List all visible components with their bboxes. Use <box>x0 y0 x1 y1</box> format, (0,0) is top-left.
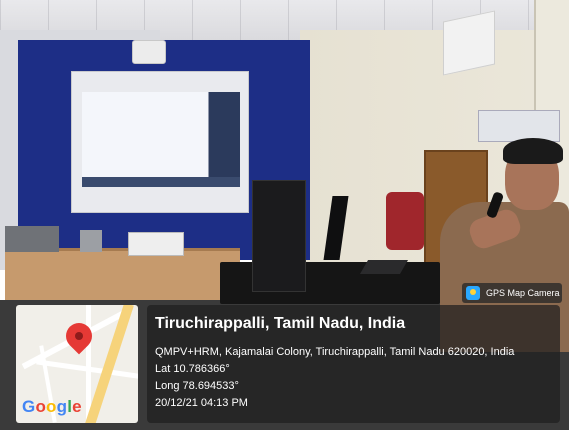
photo-scene: GPS Map Camera Google Tiruchirappalli, T… <box>0 0 569 430</box>
location-title: Tiruchirappalli, Tamil Nadu, India <box>155 315 406 332</box>
computer-tower <box>252 180 306 292</box>
google-logo: Google <box>22 397 82 416</box>
ceiling-projector <box>132 40 166 64</box>
longitude-line: Long 78.694533° <box>155 380 239 392</box>
printer <box>478 110 560 142</box>
red-chair <box>386 192 424 250</box>
keyboard <box>359 260 409 274</box>
projected-taskbar <box>82 177 240 187</box>
air-conditioner <box>443 10 495 76</box>
gps-camera-label: GPS Map Camera <box>486 288 560 298</box>
location-pin-icon <box>60 317 98 355</box>
latitude-line: Lat 10.786366° <box>155 363 230 375</box>
address-line: QMPV+HRM, Kajamalai Colony, Tiruchirappa… <box>155 346 515 358</box>
gps-map-camera-icon <box>466 286 480 300</box>
lab-equipment <box>128 232 184 256</box>
map-thumbnail: Google <box>16 305 138 423</box>
lab-equipment <box>5 226 59 252</box>
projected-image <box>82 92 240 177</box>
datetime-line: 20/12/21 04:13 PM <box>155 397 248 409</box>
location-info-panel: Tiruchirappalli, Tamil Nadu, India QMPV+… <box>147 305 560 423</box>
speaker-hair <box>503 138 563 164</box>
gps-camera-badge: GPS Map Camera <box>462 283 562 303</box>
lab-equipment <box>80 230 102 252</box>
